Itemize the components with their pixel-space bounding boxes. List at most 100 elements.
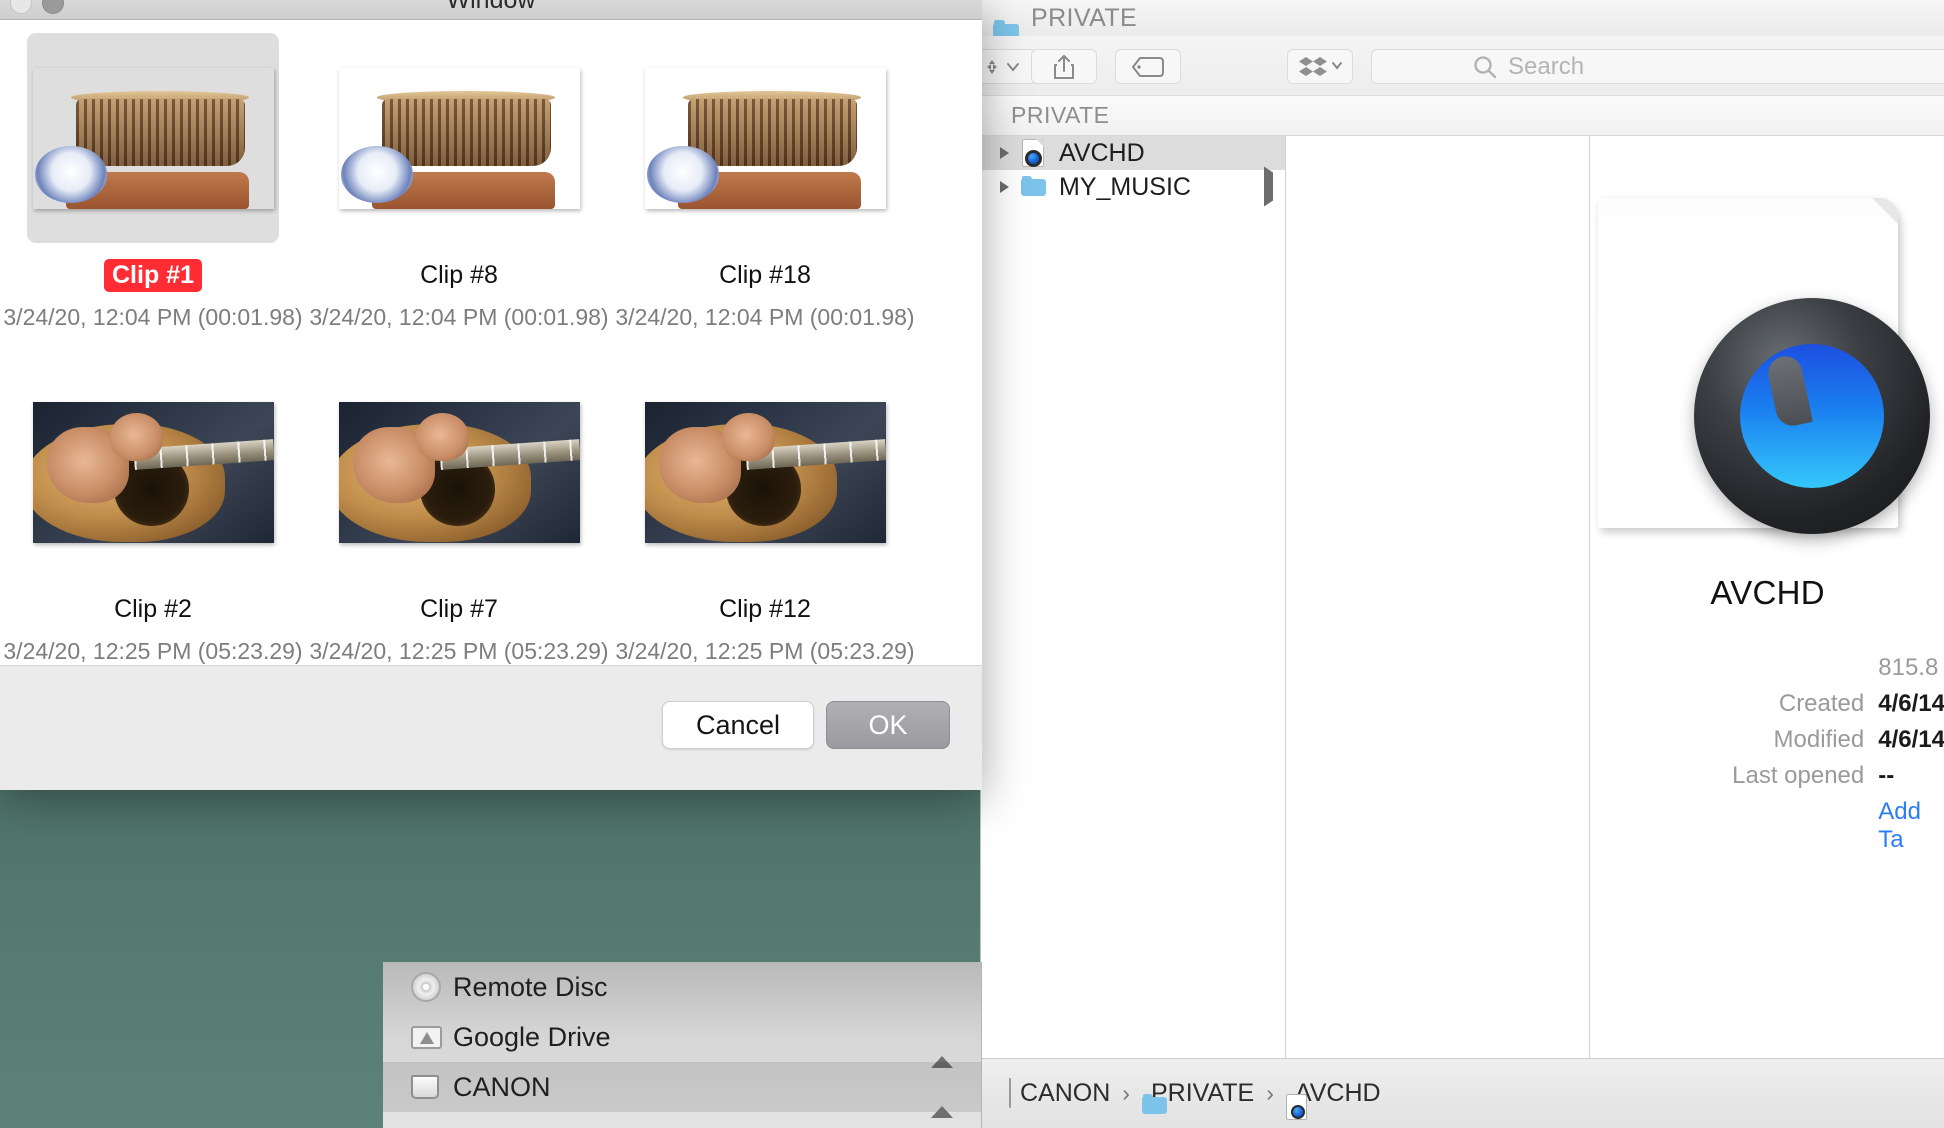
breadcrumb-item-canon[interactable]: CANON xyxy=(1009,1078,1111,1108)
search-input[interactable]: Search xyxy=(1371,49,1944,84)
sidebar-item-label: CANON xyxy=(453,1071,551,1102)
metadata-row-add-tags: Add Ta xyxy=(1680,798,1944,854)
tag-button[interactable] xyxy=(1115,49,1181,84)
clip-grid-row: Clip #1 3/24/20, 12:04 PM (00:01.98) Cli… xyxy=(0,21,982,331)
dialog-footer: Cancel OK xyxy=(0,665,982,790)
clip-thumbnail[interactable] xyxy=(639,33,891,243)
share-button[interactable] xyxy=(1031,49,1097,84)
clip-cell[interactable]: Clip #7 3/24/20, 12:25 PM (05:23.29) xyxy=(306,355,612,665)
clip-name: Clip #12 xyxy=(719,595,811,623)
chevron-right-icon xyxy=(1263,166,1273,207)
finder-toolbar: Search xyxy=(981,36,1944,96)
list-item-label: MY_MUSIC xyxy=(1059,172,1191,201)
preview-file-name: AVCHD xyxy=(1710,574,1825,611)
clip-thumbnail-image xyxy=(33,68,274,209)
clip-thumbnail[interactable] xyxy=(639,367,891,577)
clip-timestamp: 3/24/20, 12:25 PM (05:23.29) xyxy=(3,638,303,664)
clip-cell[interactable]: Clip #1 3/24/20, 12:04 PM (00:01.98) xyxy=(0,21,306,331)
disclosure-triangle-icon[interactable] xyxy=(991,147,1017,159)
clip-timestamp: 3/24/20, 12:25 PM (05:23.29) xyxy=(615,638,915,664)
clip-cell[interactable]: Clip #2 3/24/20, 12:25 PM (05:23.29) xyxy=(0,355,306,665)
quicktime-logo-icon xyxy=(1693,298,1930,534)
arrange-icon xyxy=(987,59,1019,74)
add-tags-link[interactable]: Add Ta xyxy=(1878,798,1944,854)
metadata-value: 4/6/14 xyxy=(1878,726,1944,753)
finder-file-list: AVCHD MY_MUSIC xyxy=(981,136,1286,1058)
breadcrumb-item-avchd[interactable]: AVCHD xyxy=(1285,1079,1381,1120)
list-item-label: AVCHD xyxy=(1059,138,1145,167)
dialog-titlebar: Window xyxy=(0,0,982,20)
finder-titlebar: PRIVATE xyxy=(981,0,1944,42)
breadcrumb-separator: › xyxy=(1266,1080,1274,1106)
finder-second-column xyxy=(1285,136,1591,1058)
clip-chooser-dialog: Window Clip #1 3/24/20, 12:04 PM (00:01.… xyxy=(0,0,982,790)
finder-window-title: PRIVATE xyxy=(1031,3,1138,32)
list-item-my-music[interactable]: MY_MUSIC xyxy=(981,166,1285,207)
disclosure-triangle-icon[interactable] xyxy=(991,181,1017,193)
eject-icon[interactable] xyxy=(931,1026,953,1068)
finder-column-view: AVCHD MY_MUSIC AVCHD 815.8 Created 4/6/1… xyxy=(981,136,1944,1058)
search-icon xyxy=(1474,55,1497,78)
clip-cell[interactable]: Clip #18 3/24/20, 12:04 PM (00:01.98) xyxy=(612,21,918,331)
dropbox-icon xyxy=(1299,56,1342,76)
screen: PRIVATE Search PRIVATE AVCHD MY_MUSIC AV… xyxy=(0,0,1944,1128)
folder-icon xyxy=(1017,172,1051,202)
clip-thumbnail-image xyxy=(645,68,886,209)
finder-sidebar: Remote Disc Google Drive CANON xyxy=(383,962,982,1128)
clip-grid-row: Clip #2 3/24/20, 12:25 PM (05:23.29) Cli… xyxy=(0,355,982,665)
drive-icon xyxy=(411,1075,453,1099)
folder-icon xyxy=(993,7,1021,42)
dropbox-button[interactable] xyxy=(1287,49,1353,84)
cancel-button[interactable]: Cancel xyxy=(662,701,814,749)
clip-name-badge: Clip #1 xyxy=(104,259,202,292)
metadata-row-created: Created 4/6/14 xyxy=(1680,690,1944,718)
clip-timestamp: 3/24/20, 12:04 PM (00:01.98) xyxy=(309,304,609,330)
clip-thumbnail[interactable] xyxy=(333,33,585,243)
search-placeholder: Search xyxy=(1508,52,1585,80)
clip-name: Clip #2 xyxy=(114,595,192,623)
breadcrumb-label: CANON xyxy=(1020,1079,1111,1107)
clip-timestamp: 3/24/20, 12:04 PM (00:01.98) xyxy=(3,304,303,330)
sidebar-item-label: Google Drive xyxy=(453,1021,611,1052)
sidebar-item-google-drive[interactable]: Google Drive xyxy=(383,1012,981,1068)
finder-window: PRIVATE Search PRIVATE AVCHD MY_MUSIC AV… xyxy=(980,0,1944,1128)
metadata-label: Modified xyxy=(1773,726,1865,753)
clip-thumbnail[interactable] xyxy=(333,367,585,577)
clip-thumbnail-image xyxy=(32,401,274,543)
sidebar-item-label: Remote Disc xyxy=(453,971,608,1002)
ok-button[interactable]: OK xyxy=(826,701,950,749)
metadata-value: -- xyxy=(1878,762,1895,789)
clip-timestamp: 3/24/20, 12:25 PM (05:23.29) xyxy=(309,638,609,664)
clip-name: Clip #8 xyxy=(420,261,498,289)
breadcrumb-item-private[interactable]: PRIVATE xyxy=(1141,1079,1254,1114)
disc-icon xyxy=(411,972,453,1002)
breadcrumb-separator: › xyxy=(1122,1080,1130,1106)
dialog-title: Window xyxy=(446,0,536,14)
sidebar-item-canon[interactable]: CANON xyxy=(383,1062,981,1118)
list-item-avchd[interactable]: AVCHD xyxy=(981,136,1285,170)
breadcrumb-label: AVCHD xyxy=(1294,1079,1381,1107)
metadata-label: Last opened xyxy=(1732,762,1865,789)
arrange-button[interactable] xyxy=(981,49,1037,84)
clip-cell[interactable]: Clip #8 3/24/20, 12:04 PM (00:01.98) xyxy=(306,21,612,331)
breadcrumb: CANON › PRIVATE › AVCHD xyxy=(981,1058,1944,1128)
metadata-value: 815.8 xyxy=(1878,654,1939,681)
sidebar-item-remote-disc[interactable]: Remote Disc xyxy=(383,962,981,1012)
share-icon xyxy=(1054,54,1074,79)
finder-preview-pane: AVCHD 815.8 Created 4/6/14 Modified 4/6/… xyxy=(1590,136,1944,1058)
preview-file-icon xyxy=(1597,198,1938,534)
clip-cell[interactable]: Clip #12 3/24/20, 12:25 PM (05:23.29) xyxy=(612,355,918,665)
preview-metadata: 815.8 Created 4/6/14 Modified 4/6/14 Las… xyxy=(1590,654,1944,862)
clip-thumbnail-image xyxy=(644,401,886,543)
quicktime-document-icon xyxy=(1017,138,1051,168)
clip-thumbnail[interactable] xyxy=(27,367,279,577)
clip-thumbnail-selected[interactable] xyxy=(27,33,279,243)
tag-icon xyxy=(1132,56,1164,77)
finder-column-header: PRIVATE xyxy=(981,96,1944,136)
eject-icon[interactable] xyxy=(931,1076,953,1118)
drive-icon xyxy=(1009,1078,1011,1108)
metadata-value: 4/6/14 xyxy=(1878,690,1944,717)
metadata-row-last-opened: Last opened -- xyxy=(1680,762,1944,790)
clip-name: Clip #7 xyxy=(420,595,498,623)
clip-grid: Clip #1 3/24/20, 12:04 PM (00:01.98) Cli… xyxy=(0,21,982,665)
